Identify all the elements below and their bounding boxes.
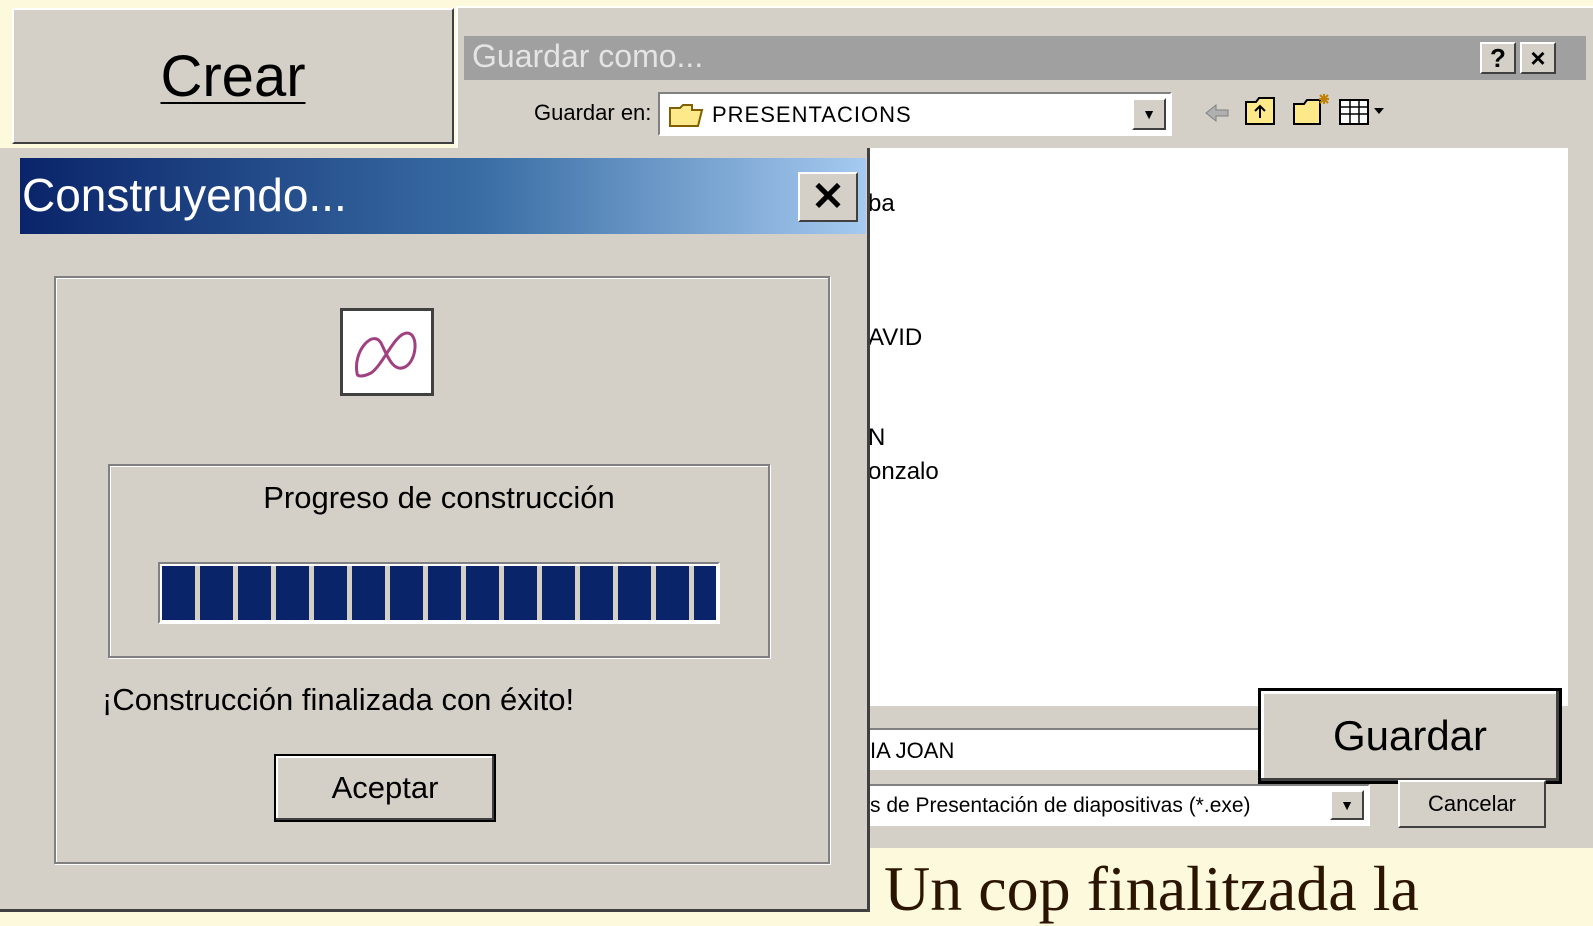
- new-folder-icon[interactable]: [1292, 92, 1332, 128]
- app-logo-icon: [340, 308, 434, 396]
- save-in-label: Guardar en:: [534, 100, 652, 125]
- filetype-value: s de Presentación de diapositivas (*.exe…: [870, 794, 1251, 817]
- chevron-down-icon[interactable]: ▼: [1330, 790, 1364, 820]
- save-dialog-close-button[interactable]: ×: [1520, 42, 1556, 74]
- crear-label: Crear: [160, 43, 306, 109]
- list-item[interactable]: onzalo: [868, 458, 939, 486]
- view-menu-icon[interactable]: [1338, 98, 1388, 128]
- progress-label: Progreso de construcción: [263, 480, 615, 515]
- save-in-folder-name: PRESENTACIONS: [712, 102, 912, 127]
- progress-bar: [158, 562, 720, 624]
- filetype-combobox[interactable]: s de Presentación de diapositivas (*.exe…: [858, 784, 1370, 826]
- progress-group: Progreso de construcción: [108, 464, 770, 658]
- crear-button[interactable]: Crear: [12, 8, 454, 144]
- filename-value: IA JOAN: [870, 738, 955, 763]
- save-button[interactable]: Guardar: [1258, 688, 1562, 784]
- status-message: ¡Construcción finalizada con éxito!: [102, 682, 575, 717]
- building-dialog-title: Construyendo...: [22, 169, 347, 221]
- chevron-down-icon[interactable]: ▼: [1132, 98, 1166, 130]
- save-in-combobox[interactable]: PRESENTACIONS ▼: [658, 92, 1172, 136]
- building-dialog: Construyendo... ✕ Progreso de construcci…: [0, 148, 870, 912]
- back-arrow-icon[interactable]: [1202, 100, 1232, 126]
- filename-input[interactable]: IA JOAN: [858, 728, 1260, 770]
- help-button[interactable]: ?: [1480, 42, 1516, 74]
- slide-caption: Un cop finalitzada la: [884, 853, 1419, 924]
- list-item[interactable]: AVID: [868, 324, 922, 352]
- up-folder-icon[interactable]: [1244, 94, 1280, 128]
- list-item[interactable]: N: [868, 424, 885, 452]
- progress-fill: [162, 566, 716, 620]
- accept-button[interactable]: Aceptar: [274, 754, 496, 822]
- save-dialog-title: Guardar como...: [472, 38, 704, 74]
- save-dialog-titlebar: Guardar como... ? ×: [464, 36, 1586, 80]
- cancel-button[interactable]: Cancelar: [1398, 780, 1546, 828]
- list-item[interactable]: ba: [868, 190, 895, 218]
- building-dialog-close-button[interactable]: ✕: [798, 172, 858, 222]
- folder-icon: [669, 104, 704, 127]
- building-dialog-titlebar: Construyendo... ✕: [20, 158, 866, 234]
- file-list[interactable]: ba AVID N onzalo: [858, 148, 1568, 706]
